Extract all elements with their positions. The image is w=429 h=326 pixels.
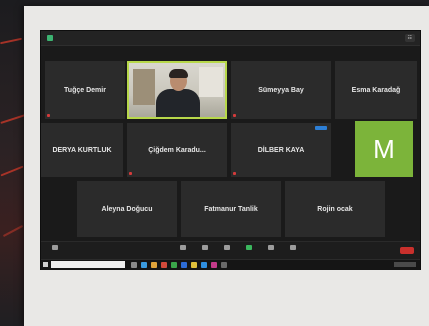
monitor-screen: ☷ Tuğçe Demir Sümeyya Bay Esma Karadağ D… — [40, 30, 421, 270]
security-icon[interactable] — [47, 35, 53, 41]
meeting-topbar: ☷ — [41, 31, 420, 46]
participant-name: Sümeyya Bay — [258, 86, 304, 94]
zoom-icon[interactable] — [201, 262, 207, 268]
app-icon[interactable] — [161, 262, 167, 268]
participant-tile-cigdem[interactable]: Çiğdem Karadu... — [127, 123, 227, 177]
participants-button[interactable] — [197, 245, 213, 250]
participant-tile-sumeyya[interactable]: Sümeyya Bay — [231, 61, 331, 119]
people-icon — [202, 245, 208, 250]
participant-name: DİLBER KAYA — [257, 146, 305, 154]
share-screen-icon — [246, 245, 252, 250]
app-icon[interactable] — [181, 262, 187, 268]
participant-name: DERYA KURTLUK — [52, 146, 112, 154]
participant-tile-tugce[interactable]: Tuğçe Demir — [45, 61, 125, 119]
chat-icon — [224, 245, 230, 250]
participant-tile-aleyna[interactable]: Aleyna Doğucu — [77, 181, 177, 237]
record-icon — [268, 245, 274, 250]
muted-mic-icon — [129, 172, 132, 175]
video-background-wall — [199, 67, 223, 97]
share-screen-button[interactable] — [241, 245, 257, 250]
app-icon[interactable] — [211, 262, 217, 268]
participant-name: Tuğçe Demir — [64, 86, 106, 94]
smiley-icon — [290, 245, 296, 250]
hand-raise-badge — [315, 126, 327, 130]
os-taskbar — [41, 259, 420, 270]
participant-name: Rojin ocak — [317, 205, 353, 213]
reactions-button[interactable] — [285, 245, 301, 250]
shield-icon — [180, 245, 186, 250]
participant-name: Aleyna Doğucu — [101, 205, 153, 213]
audio-button[interactable] — [47, 245, 63, 250]
participant-avatar-tile[interactable]: M — [355, 121, 413, 177]
video-person-body — [156, 89, 200, 117]
participant-name: Çiğdem Karadu... — [148, 146, 206, 154]
participant-tile-derya[interactable]: DERYA KURTLUK — [41, 123, 123, 177]
app-icon[interactable] — [171, 262, 177, 268]
participant-name: Esma Karadağ — [351, 86, 401, 94]
taskbar-search-input[interactable] — [51, 261, 125, 268]
participant-tile-dilber[interactable]: DİLBER KAYA — [231, 123, 331, 177]
video-background-shelf — [133, 69, 155, 105]
system-tray[interactable] — [394, 262, 416, 267]
chrome-icon[interactable] — [191, 262, 197, 268]
video-person-hair — [169, 69, 188, 78]
muted-mic-icon — [233, 114, 236, 117]
paper-fold — [40, 268, 420, 309]
folder-icon[interactable] — [151, 262, 157, 268]
edge-icon[interactable] — [141, 262, 147, 268]
muted-mic-icon — [233, 172, 236, 175]
microphone-icon — [52, 245, 58, 250]
muted-mic-icon — [47, 114, 50, 117]
participant-tile-fatmanur[interactable]: Fatmanur Tanlik — [181, 181, 281, 237]
record-button[interactable] — [263, 245, 279, 250]
participant-video-active-speaker[interactable] — [127, 61, 227, 119]
participant-name: Fatmanur Tanlik — [204, 205, 258, 213]
start-menu-icon[interactable] — [43, 262, 48, 267]
meeting-toolbar — [41, 241, 420, 260]
app-icon[interactable] — [221, 262, 227, 268]
participant-tile-rojin[interactable]: Rojin ocak — [285, 181, 385, 237]
end-meeting-button[interactable] — [400, 247, 414, 254]
security-button[interactable] — [175, 245, 191, 250]
avatar-letter: M — [373, 133, 395, 164]
chat-button[interactable] — [219, 245, 235, 250]
view-toggle-button[interactable]: ☷ — [404, 34, 415, 42]
participant-tile-esma[interactable]: Esma Karadağ — [335, 61, 417, 119]
task-view-icon[interactable] — [131, 262, 137, 268]
